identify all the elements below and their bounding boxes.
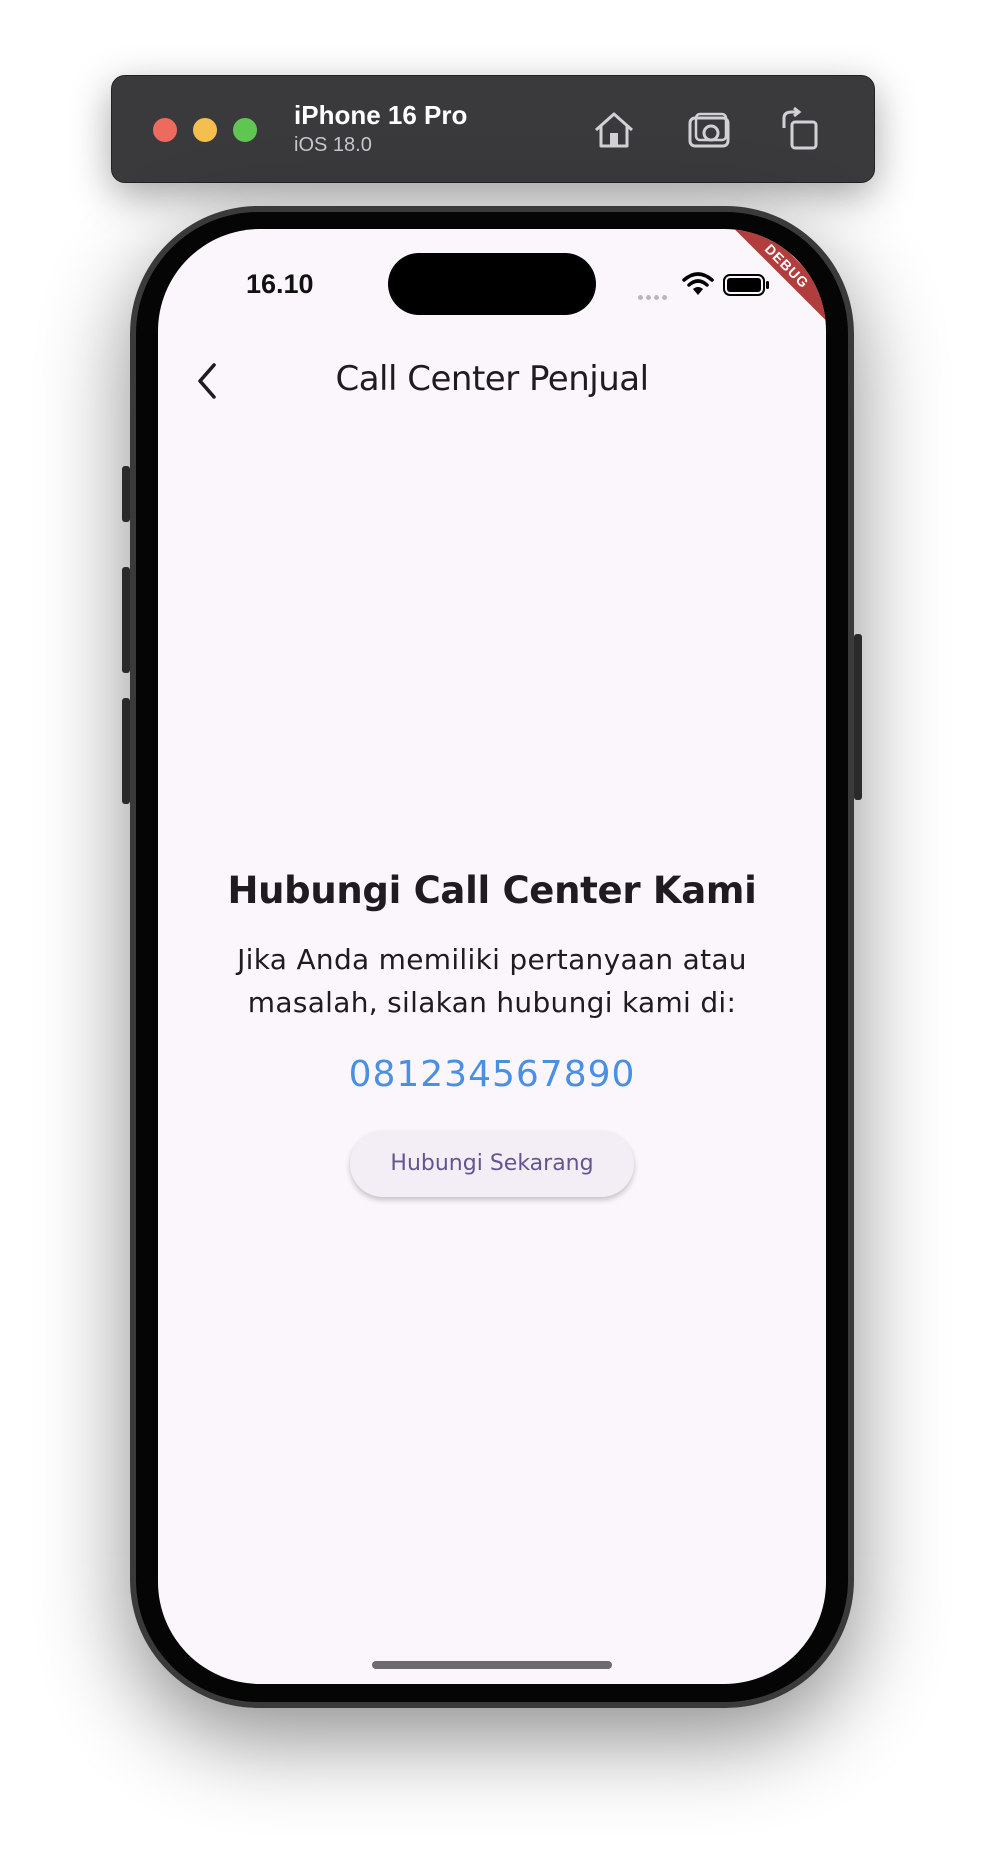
status-time: 16.10 <box>246 269 314 299</box>
dynamic-island <box>388 253 596 315</box>
description-text: Jika Anda memiliki pertanyaan atau masal… <box>237 943 747 1019</box>
home-indicator[interactable] <box>372 1661 612 1669</box>
os-version: iOS 18.0 <box>294 134 372 156</box>
minimize-window-button[interactable] <box>193 118 217 142</box>
action-button[interactable] <box>122 466 130 522</box>
volume-down-button[interactable] <box>122 698 130 804</box>
debug-label: DEBUG <box>726 229 826 327</box>
home-icon[interactable] <box>590 106 638 154</box>
phone-screen: 16.10 DEBUG Call Center Penjual Hubungi … <box>158 229 826 1684</box>
call-center-content: Hubungi Call Center Kami Jika Anda memil… <box>158 869 826 1197</box>
power-button[interactable] <box>854 634 862 800</box>
page-title: Call Center Penjual <box>335 359 649 399</box>
phone-number-link[interactable]: 081234567890 <box>158 1054 826 1095</box>
section-heading: Hubungi Call Center Kami <box>227 869 757 912</box>
volume-up-button[interactable] <box>122 567 130 673</box>
debug-banner: DEBUG <box>706 229 826 349</box>
device-name: iPhone 16 Pro <box>294 100 468 130</box>
cellular-signal-icon <box>638 287 670 305</box>
call-now-button[interactable]: Hubungi Sekarang <box>350 1131 634 1197</box>
screenshot-icon[interactable] <box>686 106 734 154</box>
zoom-window-button[interactable] <box>233 118 257 142</box>
simulator-toolbar: iPhone 16 Pro iOS 18.0 <box>111 75 875 183</box>
rotate-icon[interactable] <box>776 106 824 154</box>
close-window-button[interactable] <box>153 118 177 142</box>
